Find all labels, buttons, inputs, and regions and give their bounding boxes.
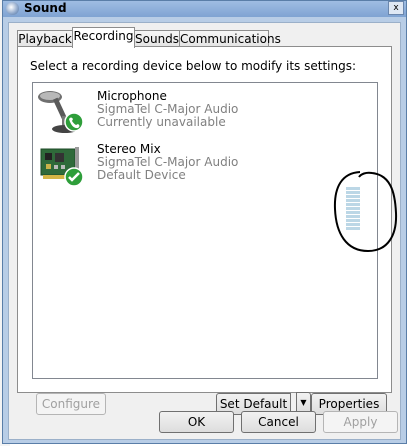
device-driver: SigmaTel C-Major Audio xyxy=(97,155,239,169)
device-status: Currently unavailable xyxy=(97,115,226,129)
ok-button[interactable]: OK xyxy=(159,411,234,433)
list-item-microphone[interactable]: Microphone SigmaTel C-Major Audio Curren… xyxy=(33,86,377,134)
sound-dialog: Sound x Playback Recording Sounds Commun… xyxy=(2,0,407,444)
device-name: Stereo Mix xyxy=(97,142,161,156)
cancel-button[interactable]: Cancel xyxy=(241,411,316,433)
checkmark-badge-icon xyxy=(64,167,84,187)
device-driver: SigmaTel C-Major Audio xyxy=(97,102,239,116)
recording-panel: Select a recording device below to modif… xyxy=(17,46,398,415)
tab-playback[interactable]: Playback xyxy=(17,30,73,47)
speaker-app-icon xyxy=(6,2,19,15)
microphone-icon xyxy=(38,91,84,133)
dialog-client-area: Playback Recording Sounds Communications… xyxy=(8,22,401,440)
recording-device-list[interactable]: Microphone SigmaTel C-Major Audio Curren… xyxy=(32,82,378,379)
list-item-stereo-mix[interactable]: Stereo Mix SigmaTel C-Major Audio Defaul… xyxy=(33,139,377,187)
close-button[interactable]: x xyxy=(388,1,404,15)
apply-button: Apply xyxy=(323,411,398,433)
sound-card-icon xyxy=(40,147,84,187)
title-bar[interactable]: Sound x xyxy=(3,1,406,17)
device-name: Microphone xyxy=(97,89,167,103)
tab-sounds[interactable]: Sounds xyxy=(134,30,180,47)
tab-communications[interactable]: Communications xyxy=(179,30,281,47)
hand-drawn-circle-annotation xyxy=(333,171,398,253)
instruction-text: Select a recording device below to modif… xyxy=(30,59,357,73)
window-title: Sound xyxy=(24,1,67,15)
configure-button: Configure xyxy=(36,393,106,415)
device-status: Default Device xyxy=(97,168,186,182)
tab-recording[interactable]: Recording xyxy=(72,27,135,48)
phone-badge-icon xyxy=(64,112,84,132)
